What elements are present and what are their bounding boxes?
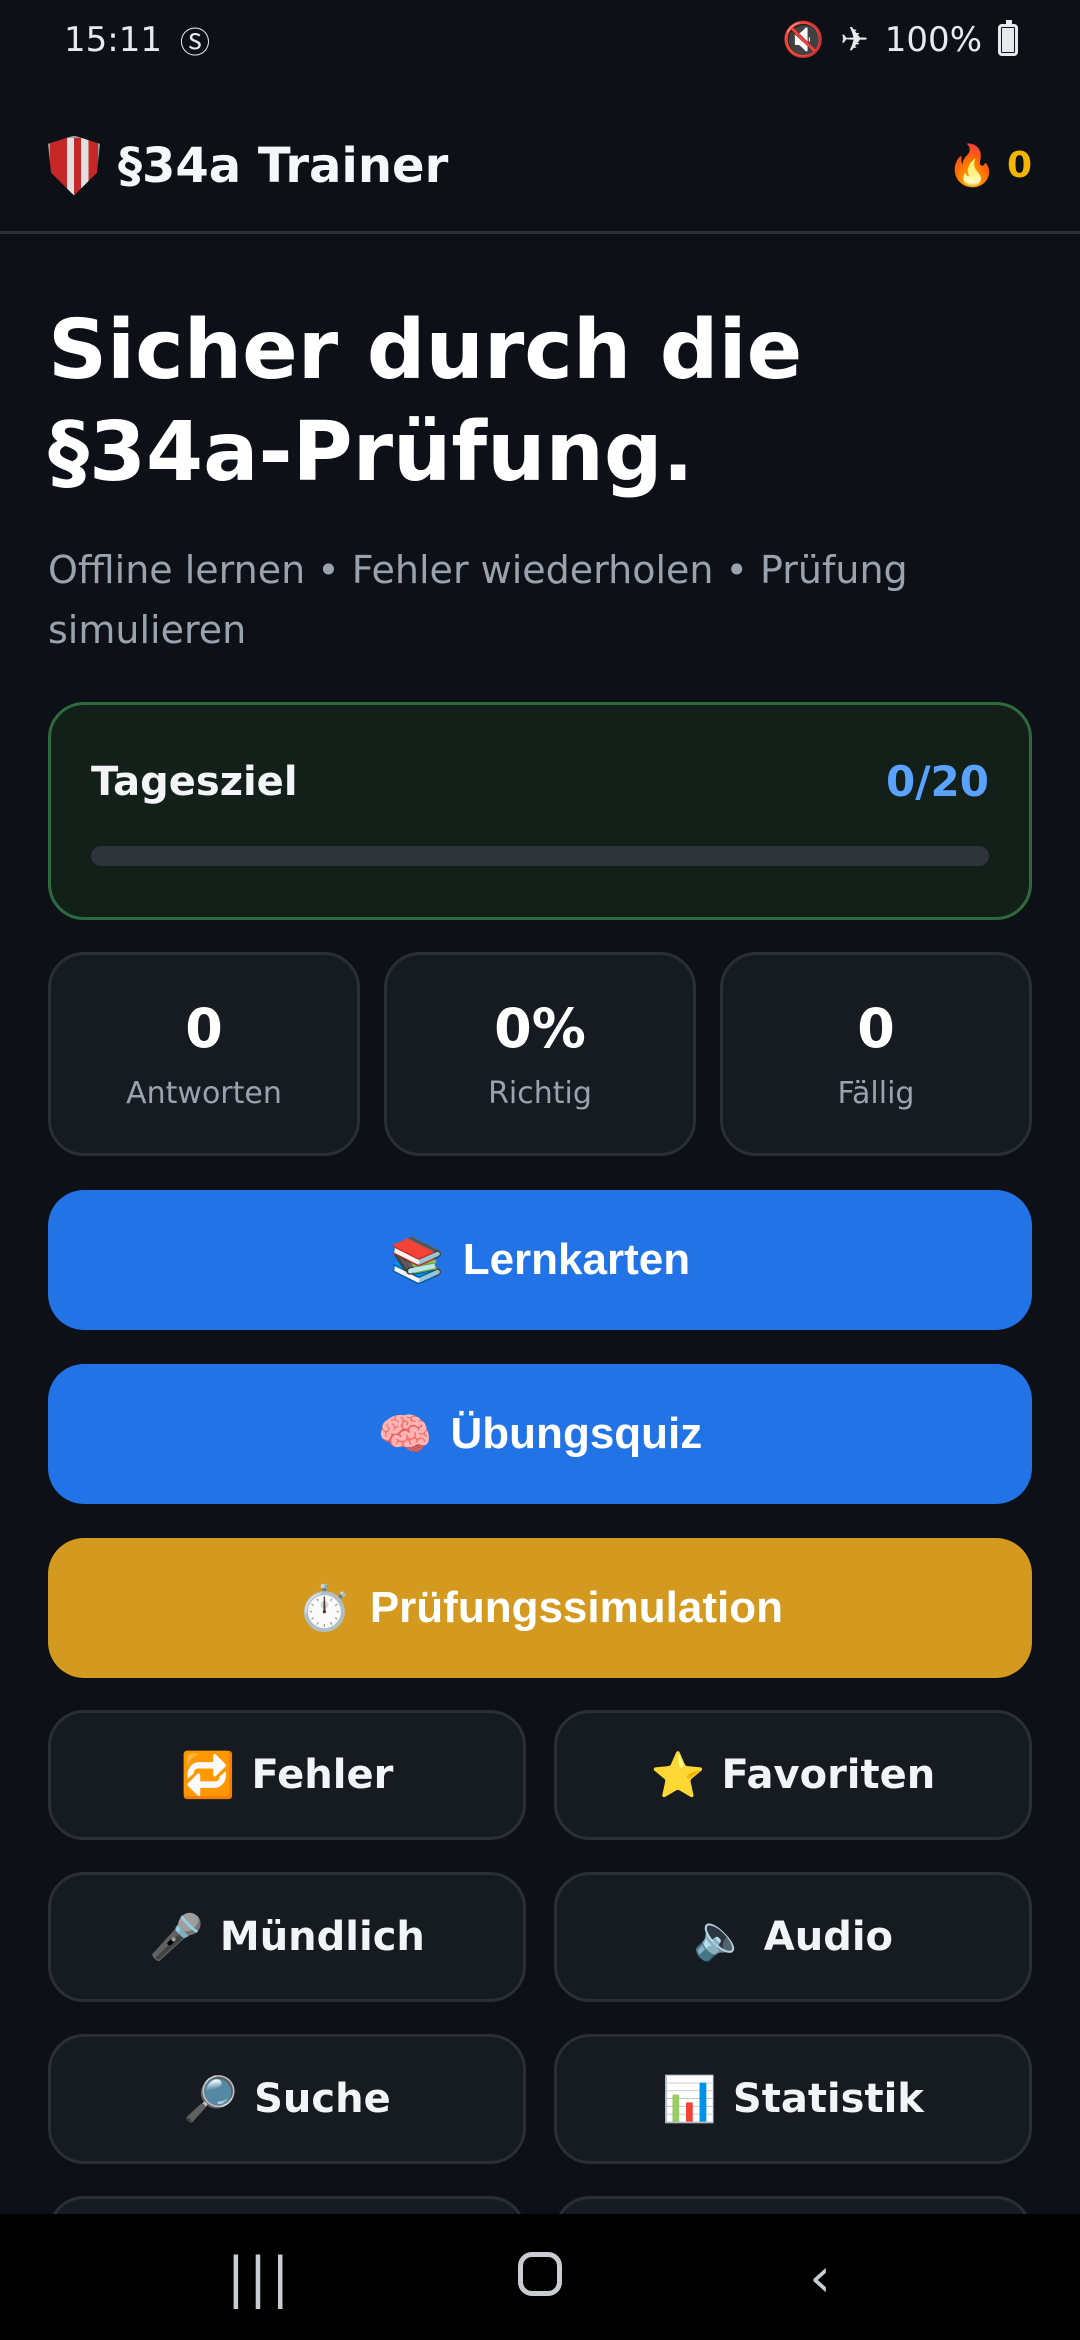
star-icon: ⭐: [650, 1750, 706, 1801]
stat-label: Antworten: [126, 1076, 282, 1111]
hero-title: Sicher durch die §34a-Prüfung.: [48, 303, 803, 500]
s-notification-icon: Ⓢ: [179, 26, 210, 61]
favorites-button[interactable]: ⭐ Favoriten: [554, 1710, 1032, 1840]
stat-value: 0%: [494, 997, 586, 1060]
repeat-icon: 🔁: [180, 1750, 236, 1801]
practice-quiz-label: Übungsquiz: [450, 1409, 703, 1458]
mistakes-label: Fehler: [251, 1752, 394, 1798]
airplane-icon: ✈: [840, 20, 869, 60]
status-left: 15:11 Ⓢ: [64, 18, 210, 62]
flashcards-label: Lernkarten: [462, 1235, 691, 1284]
status-right: 🔇 ✈ 100%: [782, 20, 1018, 60]
hero-subtitle: Offline lernen • Fehler wiederholen • Pr…: [48, 548, 908, 652]
streak-counter[interactable]: 🔥 0: [947, 142, 1032, 189]
books-icon: 📚: [389, 1236, 445, 1285]
daily-goal-card: Tagesziel 0/20: [48, 702, 1032, 920]
streak-count: 0: [1006, 145, 1032, 186]
exam-simulation-label: Prüfungssimulation: [369, 1583, 783, 1632]
status-bar: 15:11 Ⓢ 🔇 ✈ 100%: [0, 0, 1080, 80]
shield-icon: [48, 135, 100, 196]
daily-goal-header: Tagesziel 0/20: [91, 757, 989, 806]
recents-icon[interactable]: |||: [200, 2246, 320, 2309]
statistics-button[interactable]: 📊 Statistik: [554, 2034, 1032, 2164]
stat-label: Richtig: [488, 1076, 592, 1111]
stats-row: 0 Antworten 0% Richtig 0 Fällig: [48, 952, 1032, 1156]
home-icon: [518, 2251, 562, 2296]
stat-value: 0: [857, 997, 895, 1060]
microphone-icon: 🎤: [149, 1912, 204, 1963]
oral-button[interactable]: 🎤 Mündlich: [48, 1872, 526, 2002]
search-label: Suche: [254, 2076, 391, 2122]
daily-goal-value: 0/20: [885, 757, 989, 806]
favorites-label: Favoriten: [721, 1752, 936, 1798]
app-bar: §34a Trainer 🔥 0: [0, 100, 1080, 234]
daily-goal-progress-bar: [91, 846, 989, 866]
search-icon: 🔎: [183, 2074, 239, 2125]
brand: §34a Trainer: [48, 135, 449, 196]
audio-button[interactable]: 🔈 Audio: [554, 1872, 1032, 2002]
audio-label: Audio: [763, 1914, 894, 1960]
flashcards-button[interactable]: 📚 Lernkarten: [48, 1190, 1032, 1330]
status-time: 15:11: [64, 20, 162, 60]
practice-quiz-button[interactable]: 🧠 Übungsquiz: [48, 1364, 1032, 1504]
app-title: §34a Trainer: [118, 137, 449, 194]
stat-correct: 0% Richtig: [384, 952, 696, 1156]
bar-chart-icon: 📊: [662, 2074, 717, 2125]
secondary-actions-grid: 🔁 Fehler ⭐ Favoriten 🎤 Mündlich 🔈 Audio …: [48, 1710, 1032, 2236]
app-screen: 15:11 Ⓢ 🔇 ✈ 100% §34a Trainer 🔥 0 Sicher…: [0, 0, 1080, 2340]
brain-icon: 🧠: [377, 1410, 433, 1459]
stopwatch-icon: ⏱️: [297, 1584, 352, 1633]
back-icon[interactable]: ‹: [760, 2246, 880, 2309]
stat-answers: 0 Antworten: [48, 952, 360, 1156]
stat-due: 0 Fällig: [720, 952, 1032, 1156]
system-nav-bar: ||| ‹: [0, 2214, 1080, 2340]
speaker-icon: 🔈: [692, 1912, 748, 1963]
flame-icon: 🔥: [947, 143, 997, 189]
mistakes-button[interactable]: 🔁 Fehler: [48, 1710, 526, 1840]
exam-simulation-button[interactable]: ⏱️ Prüfungssimulation: [48, 1538, 1032, 1678]
search-button[interactable]: 🔎 Suche: [48, 2034, 526, 2164]
statistics-label: Statistik: [732, 2076, 924, 2122]
battery-percent: 100%: [884, 20, 982, 60]
mute-icon: 🔇: [781, 20, 825, 60]
stat-label: Fällig: [837, 1076, 915, 1111]
daily-goal-label: Tagesziel: [91, 758, 298, 805]
battery-icon: [998, 20, 1018, 56]
oral-label: Mündlich: [219, 1914, 425, 1960]
home-button[interactable]: [480, 2246, 600, 2309]
stat-value: 0: [185, 997, 223, 1060]
